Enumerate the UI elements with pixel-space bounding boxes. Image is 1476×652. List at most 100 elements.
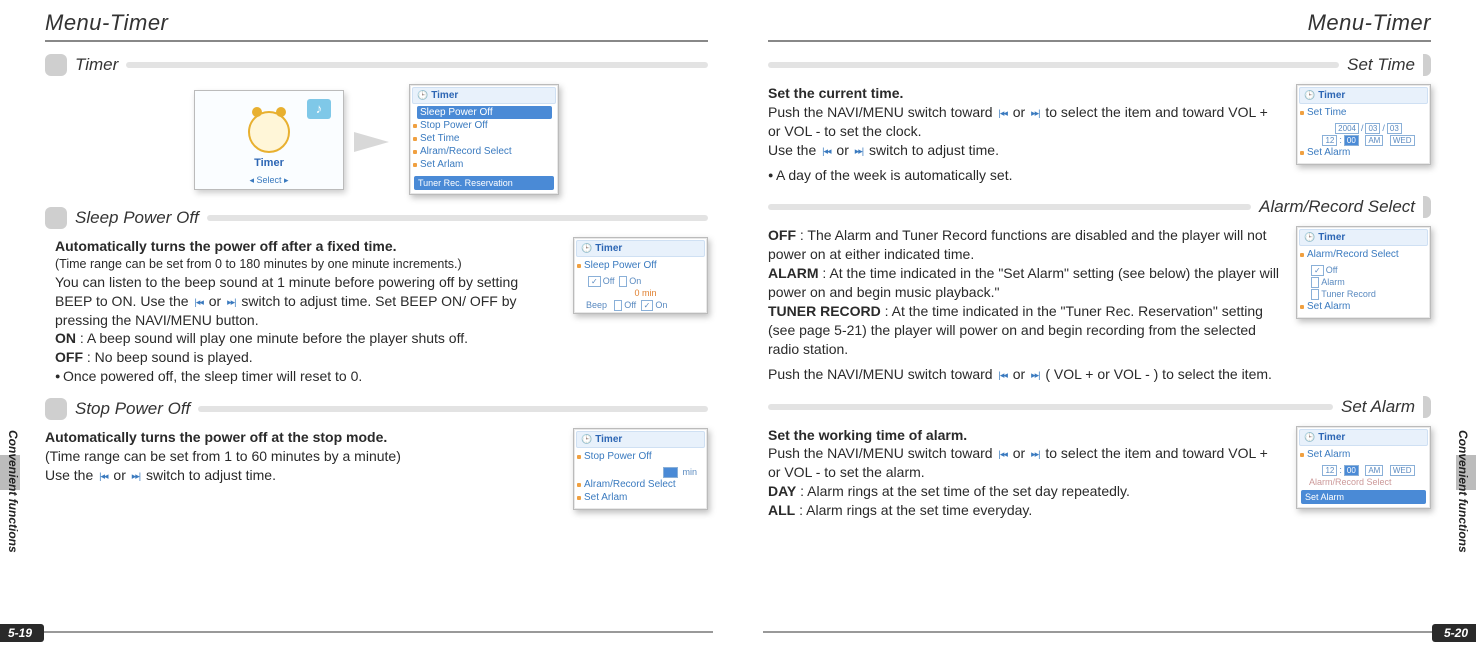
lcd-item: Alram/Record Select <box>420 145 552 158</box>
forward-icon: ▸▸| <box>1029 107 1041 119</box>
on-label: ON <box>55 330 76 346</box>
lcd-title: Timer <box>1299 429 1428 446</box>
lcd-item: Set Alarm <box>1307 300 1424 313</box>
text: or <box>1009 445 1029 461</box>
music-note-icon: ♪ <box>307 99 331 119</box>
day-label: DAY <box>768 483 796 499</box>
stop-text: Automatically turns the power off at the… <box>45 428 558 485</box>
section-head-settime: Set Time <box>768 54 1431 76</box>
forward-icon: ▸▸| <box>1029 369 1041 381</box>
arrow-right-icon <box>354 125 399 155</box>
page-right: Menu-Timer Set Time Set the current time… <box>738 0 1476 652</box>
lcd-settime: Timer Set Time 2004/03/03 12:00 AM WED S… <box>1296 84 1431 165</box>
section-bullet-icon <box>45 207 67 229</box>
page-left: Menu-Timer Timer ♪ Timer ◂ Select ▸ Time… <box>0 0 738 652</box>
lcd-opt: Tuner Record <box>1299 288 1428 300</box>
lcd-item: Set Alarm <box>1307 146 1424 159</box>
lcd-timer-menu: Timer Sleep Power Off Stop Power Off Set… <box>409 84 559 195</box>
lcd-title: Timer <box>412 87 556 104</box>
section-label: Timer <box>75 55 118 75</box>
sleep-small: (Time range can be set from 0 to 180 min… <box>55 256 558 273</box>
text: or <box>833 142 853 158</box>
all-desc: : Alarm rings at the set time everyday. <box>795 502 1032 518</box>
all-label: ALL <box>768 502 795 518</box>
lcd-setalarm: Timer Set Alarm 12:00 AM WED Alarm/Recor… <box>1296 426 1431 509</box>
rewind-icon: |◂◂ <box>820 145 832 157</box>
text: or <box>1009 104 1029 120</box>
section-head-setalarm: Set Alarm <box>768 396 1431 418</box>
alarm-label: ALARM <box>768 265 819 281</box>
section-label: Alarm/Record Select <box>1259 197 1415 217</box>
section-cap-icon <box>1423 196 1431 218</box>
page-number: 5-20 <box>1432 624 1476 642</box>
lcd-item: Set Alarm <box>1307 448 1424 461</box>
lcd-item: Set Time <box>420 132 552 145</box>
stop-bold: Automatically turns the power off at the… <box>45 429 387 445</box>
text: Use the <box>45 467 97 483</box>
lcd-footer: Tuner Rec. Reservation <box>414 176 554 190</box>
sleep-bullet: Once powered off, the sleep timer will r… <box>55 367 558 386</box>
lcd-sleep: Timer Sleep Power Off ✓Off On 0 min Beep… <box>573 237 708 314</box>
section-head-stop: Stop Power Off <box>45 398 708 420</box>
lcd-faded: Alarm/Record Select <box>1299 476 1428 488</box>
off-label: OFF <box>768 227 796 243</box>
alarm-clock-icon <box>248 111 290 153</box>
off-desc: : The Alarm and Tuner Record functions a… <box>768 227 1267 262</box>
settime-text: Set the current time. Push the NAVI/MENU… <box>768 84 1281 184</box>
hero-icon-label: Timer <box>254 157 284 169</box>
section-rule <box>207 215 708 221</box>
setalarm-text: Set the working time of alarm. Push the … <box>768 426 1281 520</box>
lcd-item: Stop Power Off <box>420 119 552 132</box>
off-desc: : No beep sound is played. <box>83 349 253 365</box>
sleep-body: Automatically turns the power off after … <box>45 237 708 386</box>
text: Push the NAVI/MENU switch toward <box>768 104 996 120</box>
tuner-label: TUNER RECORD <box>768 303 881 319</box>
settime-body: Set the current time. Push the NAVI/MENU… <box>768 84 1431 184</box>
section-label: Set Alarm <box>1341 397 1415 417</box>
section-rule <box>768 204 1251 210</box>
lcd-item: Alarm/Record Select <box>1307 248 1424 261</box>
lcd-item: Alram/Record Select <box>584 478 701 491</box>
text: or <box>1009 366 1029 382</box>
setalarm-bold: Set the working time of alarm. <box>768 427 967 443</box>
day-desc: : Alarm rings at the set time of the set… <box>796 483 1130 499</box>
off-label: OFF <box>55 349 83 365</box>
lcd-title: Timer <box>1299 87 1428 104</box>
lcd-val: 00 min <box>576 466 705 478</box>
text: Use the <box>768 142 820 158</box>
lcd-opt: Alarm <box>1299 276 1428 288</box>
section-bullet-icon <box>45 54 67 76</box>
text: or <box>205 293 225 309</box>
footer-rule <box>763 631 1436 633</box>
side-label: Convenient functions <box>1456 430 1470 553</box>
page-title: Menu-Timer <box>45 10 708 36</box>
on-desc: : A beep sound will play one minute befo… <box>76 330 468 346</box>
side-label: Convenient functions <box>6 430 20 553</box>
forward-icon: ▸▸| <box>853 145 865 157</box>
section-rule <box>768 404 1333 410</box>
lcd-title: Timer <box>1299 229 1428 246</box>
forward-icon: ▸▸| <box>130 470 142 482</box>
stop-body: Automatically turns the power off at the… <box>45 428 708 510</box>
lcd-item: Set Arlam <box>584 491 701 504</box>
lcd-opt: ✓Off <box>1299 264 1428 276</box>
alarmrec-text: OFF : The Alarm and Tuner Record functio… <box>768 226 1281 383</box>
lcd-item: Set Time <box>1307 106 1424 119</box>
section-head-sleep: Sleep Power Off <box>45 207 708 229</box>
settime-bold: Set the current time. <box>768 85 903 101</box>
title-rule <box>768 40 1431 42</box>
lcd-sub: Beep Off ✓On <box>576 299 705 311</box>
lcd-time: 12:00 AM WED <box>1299 464 1428 476</box>
sleep-text: Automatically turns the power off after … <box>45 237 558 386</box>
text: Push the NAVI/MENU switch toward <box>768 366 996 382</box>
lcd-title: Timer <box>576 431 705 448</box>
hero-icon-screen: ♪ Timer ◂ Select ▸ <box>194 90 344 190</box>
lcd-item: Set Arlam <box>420 158 552 171</box>
lcd-item: Sleep Power Off <box>584 259 701 272</box>
section-head-alarmrec: Alarm/Record Select <box>768 196 1431 218</box>
lcd-time: 12:00 AM WED <box>1299 134 1428 146</box>
alarmrec-body: OFF : The Alarm and Tuner Record functio… <box>768 226 1431 383</box>
section-rule <box>126 62 708 68</box>
lcd-title: Timer <box>576 240 705 257</box>
timer-hero: ♪ Timer ◂ Select ▸ Timer Sleep Power Off… <box>45 84 708 195</box>
